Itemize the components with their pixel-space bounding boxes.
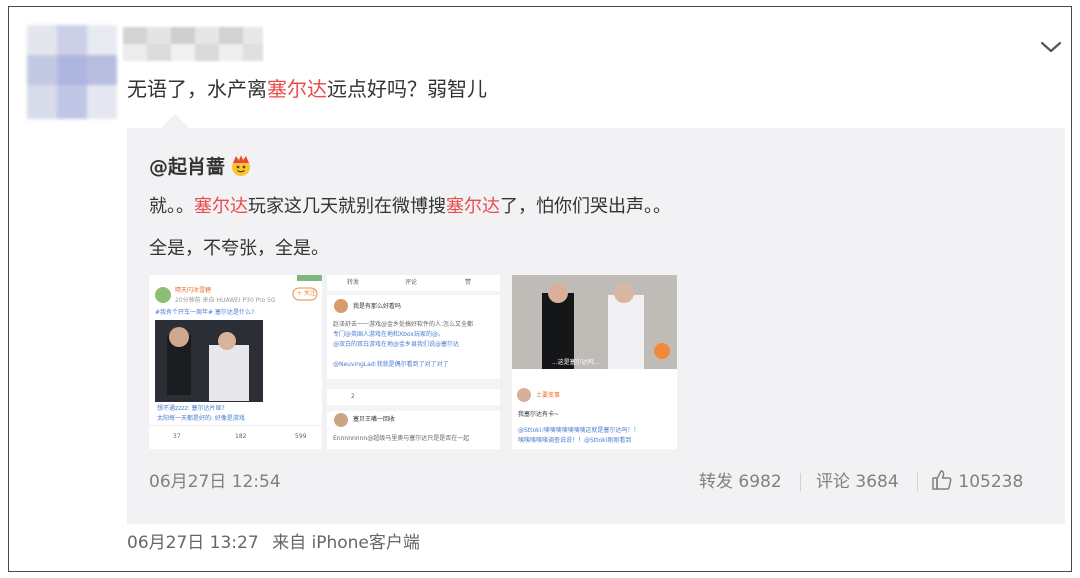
crown-face-icon	[229, 154, 253, 178]
chevron-down-icon[interactable]	[1039, 37, 1063, 57]
post-footer: 06月27日 13:27 来自 iPhone客户端	[127, 531, 420, 555]
username-blurred[interactable]	[123, 27, 263, 61]
divider	[917, 473, 918, 491]
post-source[interactable]: 来自 iPhone客户端	[272, 533, 420, 553]
image-thumbnail-1[interactable]: 晴天闪冰雪碧 20分钟前 来自 HUAWEI P30 Pro 5G + 关注 #…	[149, 275, 322, 449]
like-count: 105238	[958, 472, 1024, 492]
original-author[interactable]: @起肖蔷	[149, 154, 225, 180]
image-thumbnail-3[interactable]: ...这是塞尔达吗... 土要变事 我塞尔达有卡~ @Sttoki:咦咦咦咦咦咦…	[512, 275, 677, 449]
repost-stats: 转发 6982 评论 3684 105238	[699, 468, 1029, 496]
repost-timestamp[interactable]: 06月27日 12:54	[149, 470, 281, 494]
original-text-line-2: 全是，不夸张，全是。	[149, 238, 329, 259]
topic-link[interactable]: 塞尔达	[194, 196, 248, 217]
weibo-post-card: 无语了，水产离塞尔达远点好吗？弱智儿 @起肖蔷 就。。塞尔达玩家这几天就别在微博…	[8, 6, 1072, 572]
thumbs-up-icon	[931, 469, 953, 491]
like-button[interactable]: 105238	[931, 468, 1023, 496]
topic-link[interactable]: 塞尔达	[446, 196, 500, 217]
topic-link[interactable]: 塞尔达	[267, 77, 327, 101]
original-text-line-1: 就。。塞尔达玩家这几天就别在微博搜塞尔达了，怕你们哭出声。。	[149, 196, 671, 217]
repost-notch	[161, 114, 189, 128]
avatar[interactable]	[27, 25, 117, 119]
post-text: 无语了，水产离塞尔达远点好吗？弱智儿	[127, 77, 487, 101]
repost-box[interactable]: @起肖蔷 就。。塞尔达玩家这几天就别在微博搜塞尔达了，怕你们哭出声。。 全是，不…	[127, 128, 1065, 524]
comment-count-button[interactable]: 评论 3684	[816, 468, 899, 496]
divider	[800, 473, 801, 491]
post-timestamp[interactable]: 06月27日 13:27	[127, 533, 259, 553]
repost-count-button[interactable]: 转发 6982	[699, 468, 782, 496]
image-thumbnail-2[interactable]: 转发 评论 赞 我是有那么好看吗 赵泽舒去一一游戏@金乡处搞好软件的人:怎么又全…	[327, 275, 500, 449]
